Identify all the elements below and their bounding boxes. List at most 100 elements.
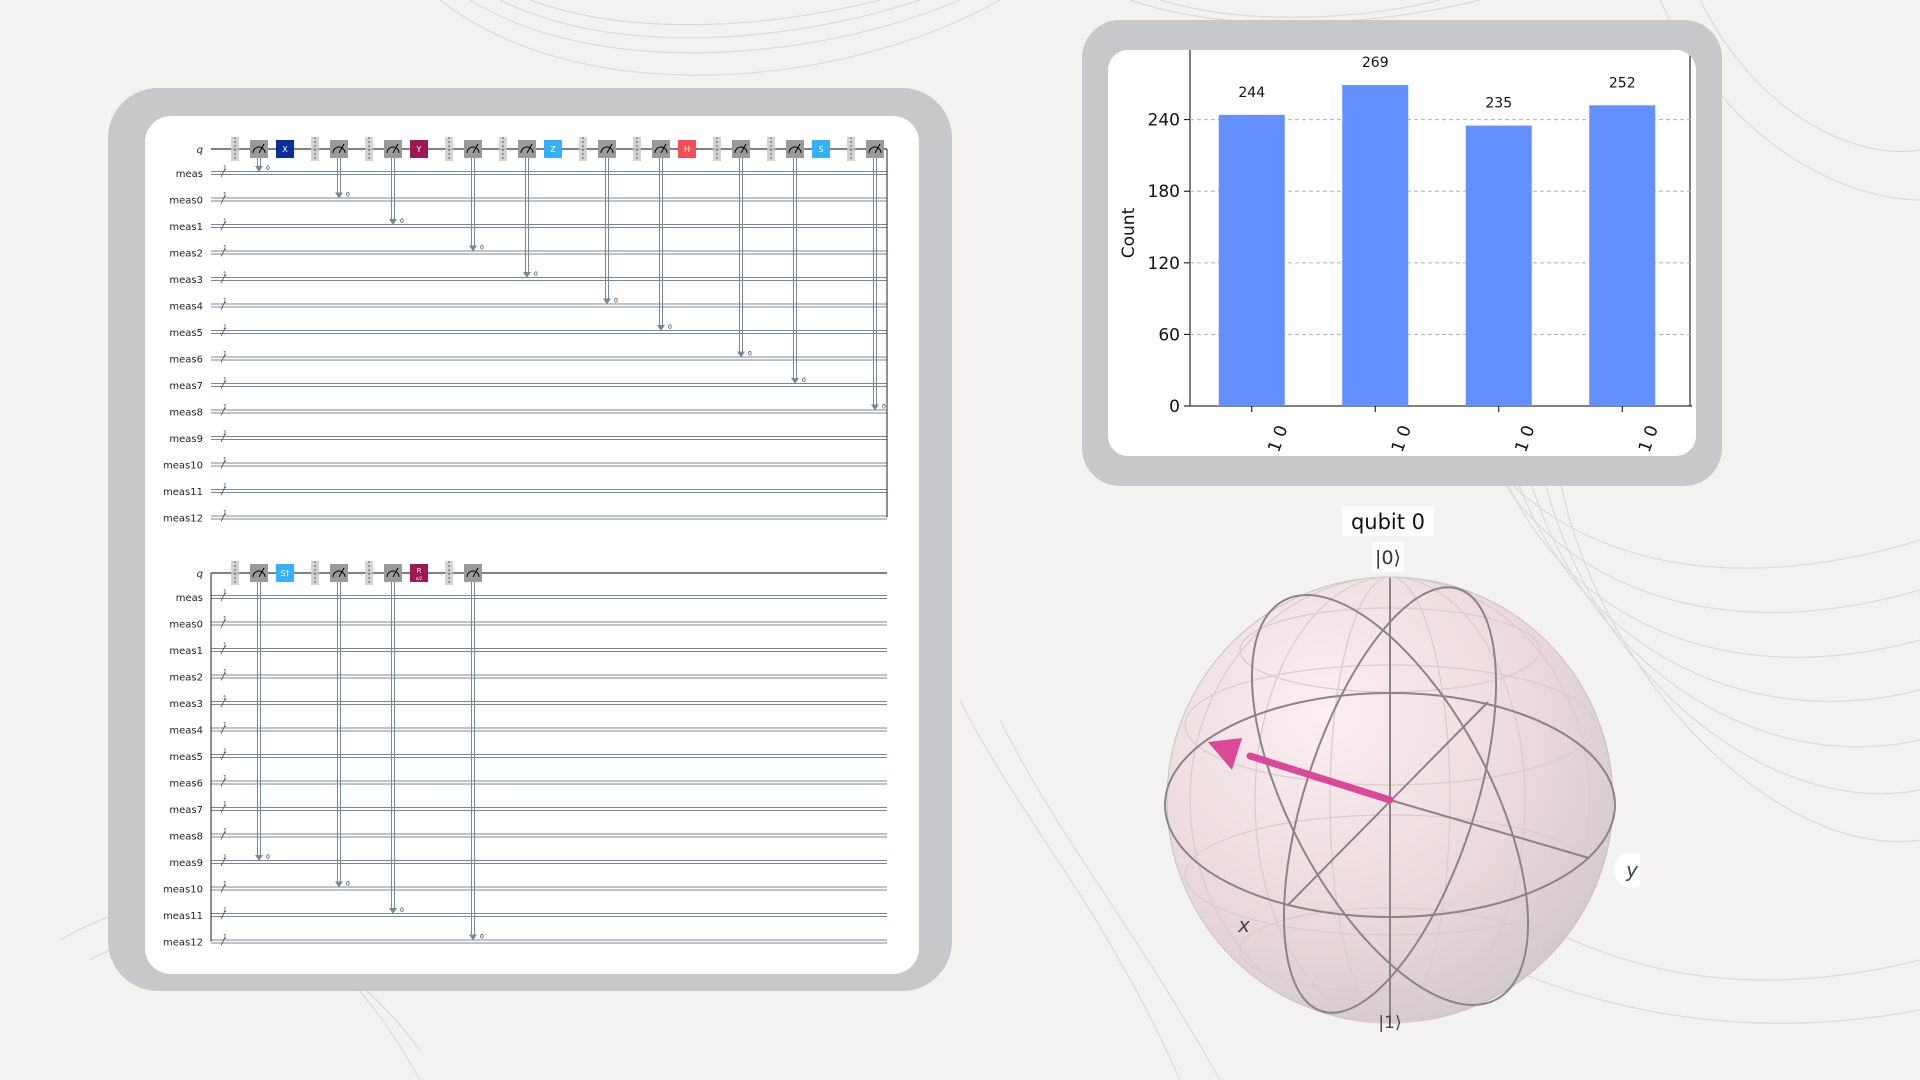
bloch-sphere: qubit 0 |0⟩ y x |1⟩ [1164, 506, 1640, 1033]
gate-label: Y [416, 145, 422, 154]
register-label-meas11: meas11 [163, 487, 203, 498]
circuit-panel: q meas 1 meas0 1 meas1 1 meas2 1 meas3 1 meas4 1 meas… [145, 116, 919, 974]
measure-bit: 0 [346, 881, 350, 888]
x-tick-label: 1 1 0 [1259, 423, 1293, 456]
bloch-title: qubit 0 [1351, 510, 1425, 534]
register-label-meas0: meas0 [169, 620, 203, 631]
register-label-meas5: meas5 [169, 328, 203, 339]
register-label-meas1: meas1 [169, 222, 203, 233]
circuit-card: q meas 1 meas0 1 meas1 1 meas2 1 meas3 1 meas4 1 meas… [108, 88, 952, 991]
register-label-meas3: meas3 [169, 699, 203, 710]
register-width: 1 [223, 669, 227, 676]
gate-label: H [684, 145, 690, 154]
counts-histogram: 0 60 120 180 240 Count 244 1 1 0 269 1 1 0 235 1 1 … [1119, 50, 1692, 456]
register-width: 1 [223, 722, 227, 729]
register-width: 1 [223, 748, 227, 755]
measure-bit: 0 [480, 934, 484, 941]
register-label-meas7: meas7 [169, 805, 203, 816]
measure-gate [330, 564, 348, 582]
bar-value-label: 269 [1362, 55, 1389, 71]
measure-gate [384, 140, 402, 158]
register-width: 1 [223, 457, 227, 464]
y-tick-label: 180 [1148, 182, 1180, 202]
register-label-meas9: meas9 [169, 434, 203, 445]
bar-value-label: 252 [1609, 75, 1636, 91]
register-width: 1 [223, 510, 227, 517]
measure-bit: 0 [668, 324, 672, 331]
y-tick-label: 0 [1169, 397, 1180, 417]
register-label-meas2: meas2 [169, 673, 203, 684]
histogram-card: 0 60 120 180 240 Count 244 1 1 0 269 1 1 0 235 1 1 … [1082, 20, 1722, 486]
register-width: 1 [223, 801, 227, 808]
measure-bit: 0 [614, 298, 618, 305]
y-tick-label: 60 [1158, 325, 1180, 345]
register-label-meas8: meas8 [169, 832, 203, 843]
measure-bit: 0 [266, 165, 270, 172]
bar-value-label: 235 [1485, 96, 1512, 112]
bar [1589, 105, 1656, 406]
register-label-meas7: meas7 [169, 381, 203, 392]
register-label-meas0: meas0 [169, 196, 203, 207]
measure-bit: 0 [882, 404, 886, 411]
bar [1465, 125, 1532, 406]
register-width: 1 [223, 271, 227, 278]
register-width: 1 [223, 695, 227, 702]
histogram-panel: 0 60 120 180 240 Count 244 1 1 0 269 1 1 0 235 1 1 … [1108, 50, 1696, 456]
quantum-circuit: qmeas1meas01meas11meas21meas31meas41meas… [163, 137, 888, 949]
ket-zero-label: |0⟩ [1375, 547, 1401, 569]
register-width: 1 [223, 324, 227, 331]
register-label-meas9: meas9 [169, 858, 203, 869]
register-width: 1 [223, 775, 227, 782]
gate-param: π/2 [416, 576, 423, 581]
register-width: 1 [223, 404, 227, 411]
measure-gate [652, 140, 670, 158]
x-tick-label: 1 1 0 [1382, 423, 1416, 456]
measure-bit: 0 [400, 907, 404, 914]
register-width: 1 [223, 616, 227, 623]
x-tick-label: 1 1 0 [1629, 423, 1663, 456]
measure-gate [732, 140, 750, 158]
register-width: 1 [223, 828, 227, 835]
measure-gate [518, 140, 536, 158]
register-width: 1 [223, 934, 227, 941]
register-width: 1 [223, 298, 227, 305]
y-tick-label: 240 [1148, 111, 1180, 131]
register-width: 1 [223, 589, 227, 596]
register-width: 1 [223, 245, 227, 252]
y-axis-label: Count [1119, 207, 1139, 258]
measure-bit: 0 [748, 351, 752, 358]
measure-gate [866, 140, 884, 158]
register-label-meas1: meas1 [169, 646, 203, 657]
ket-one-label: |1⟩ [1378, 1013, 1401, 1033]
register-width: 1 [223, 642, 227, 649]
register-width: 1 [223, 377, 227, 384]
register-label-meas2: meas2 [169, 249, 203, 260]
register-width: 1 [223, 165, 227, 172]
register-label-meas8: meas8 [169, 408, 203, 419]
measure-bit: 0 [480, 245, 484, 252]
measure-bit: 0 [534, 271, 538, 278]
gate-label: Z [550, 145, 556, 154]
gate-label: X [282, 145, 288, 154]
register-width: 1 [223, 483, 227, 490]
bar [1218, 114, 1285, 407]
register-width: 1 [223, 218, 227, 225]
register-label-meas: meas [176, 593, 203, 604]
measure-gate [464, 564, 482, 582]
register-label-meas12: meas12 [163, 938, 203, 949]
bar [1342, 85, 1409, 406]
register-width: 1 [223, 192, 227, 199]
measure-bit: 0 [346, 192, 350, 199]
bar-value-label: 244 [1238, 85, 1265, 101]
x-axis-label: x [1237, 913, 1250, 937]
gate-label: S† [280, 569, 289, 578]
register-label-meas12: meas12 [163, 514, 203, 525]
register-label-meas3: meas3 [169, 275, 203, 286]
register-width: 1 [223, 854, 227, 861]
qubit-label: q [197, 569, 203, 580]
measure-gate [464, 140, 482, 158]
register-width: 1 [223, 881, 227, 888]
register-width: 1 [223, 351, 227, 358]
register-label-meas4: meas4 [169, 726, 203, 737]
register-label-meas6: meas6 [169, 779, 203, 790]
